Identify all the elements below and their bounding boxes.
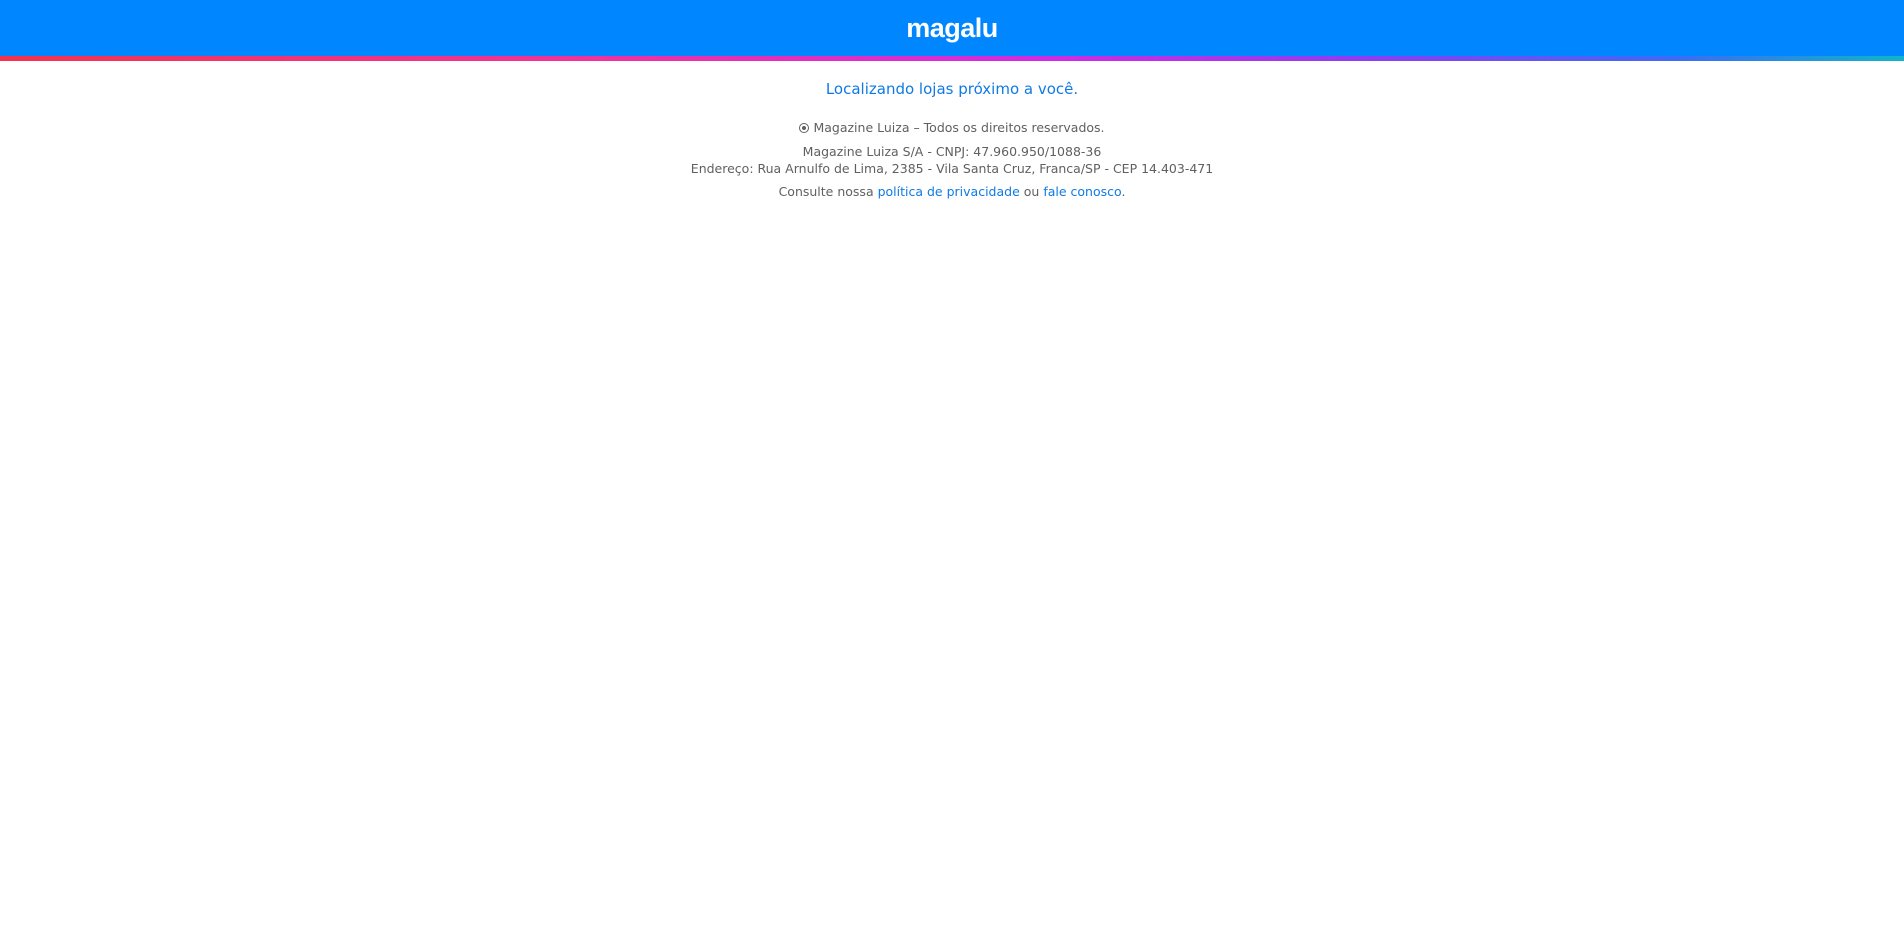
top-header: magalu	[0, 0, 1904, 56]
rainbow-divider	[0, 56, 1904, 61]
company-info: Magazine Luiza S/A - CNPJ: 47.960.950/10…	[0, 143, 1904, 177]
consult-prefix: Consulte nossa	[778, 184, 874, 199]
copyright-text: Magazine Luiza – Todos os direitos reser…	[813, 120, 1105, 135]
sentence-end: .	[1121, 184, 1126, 199]
company-address-line: Endereço: Rua Arnulfo de Lima, 2385 - Vi…	[690, 161, 1214, 176]
consult-line: Consulte nossa política de privacidade o…	[0, 183, 1904, 200]
copyright-line: Magazine Luiza – Todos os direitos reser…	[0, 119, 1904, 136]
privacy-policy-link[interactable]: política de privacidade	[878, 184, 1020, 199]
locating-stores-status: Localizando lojas próximo a você.	[825, 80, 1079, 98]
magalu-logo[interactable]: magalu	[906, 13, 998, 43]
contact-us-link[interactable]: fale conosco	[1043, 184, 1121, 199]
company-cnpj-line: Magazine Luiza S/A - CNPJ: 47.960.950/10…	[802, 144, 1102, 159]
connector-text: ou	[1023, 184, 1040, 199]
copyright-icon	[799, 122, 810, 133]
main-content: Localizando lojas próximo a você. Magazi…	[0, 79, 1904, 200]
page-footer: Magazine Luiza – Todos os direitos reser…	[0, 119, 1904, 200]
